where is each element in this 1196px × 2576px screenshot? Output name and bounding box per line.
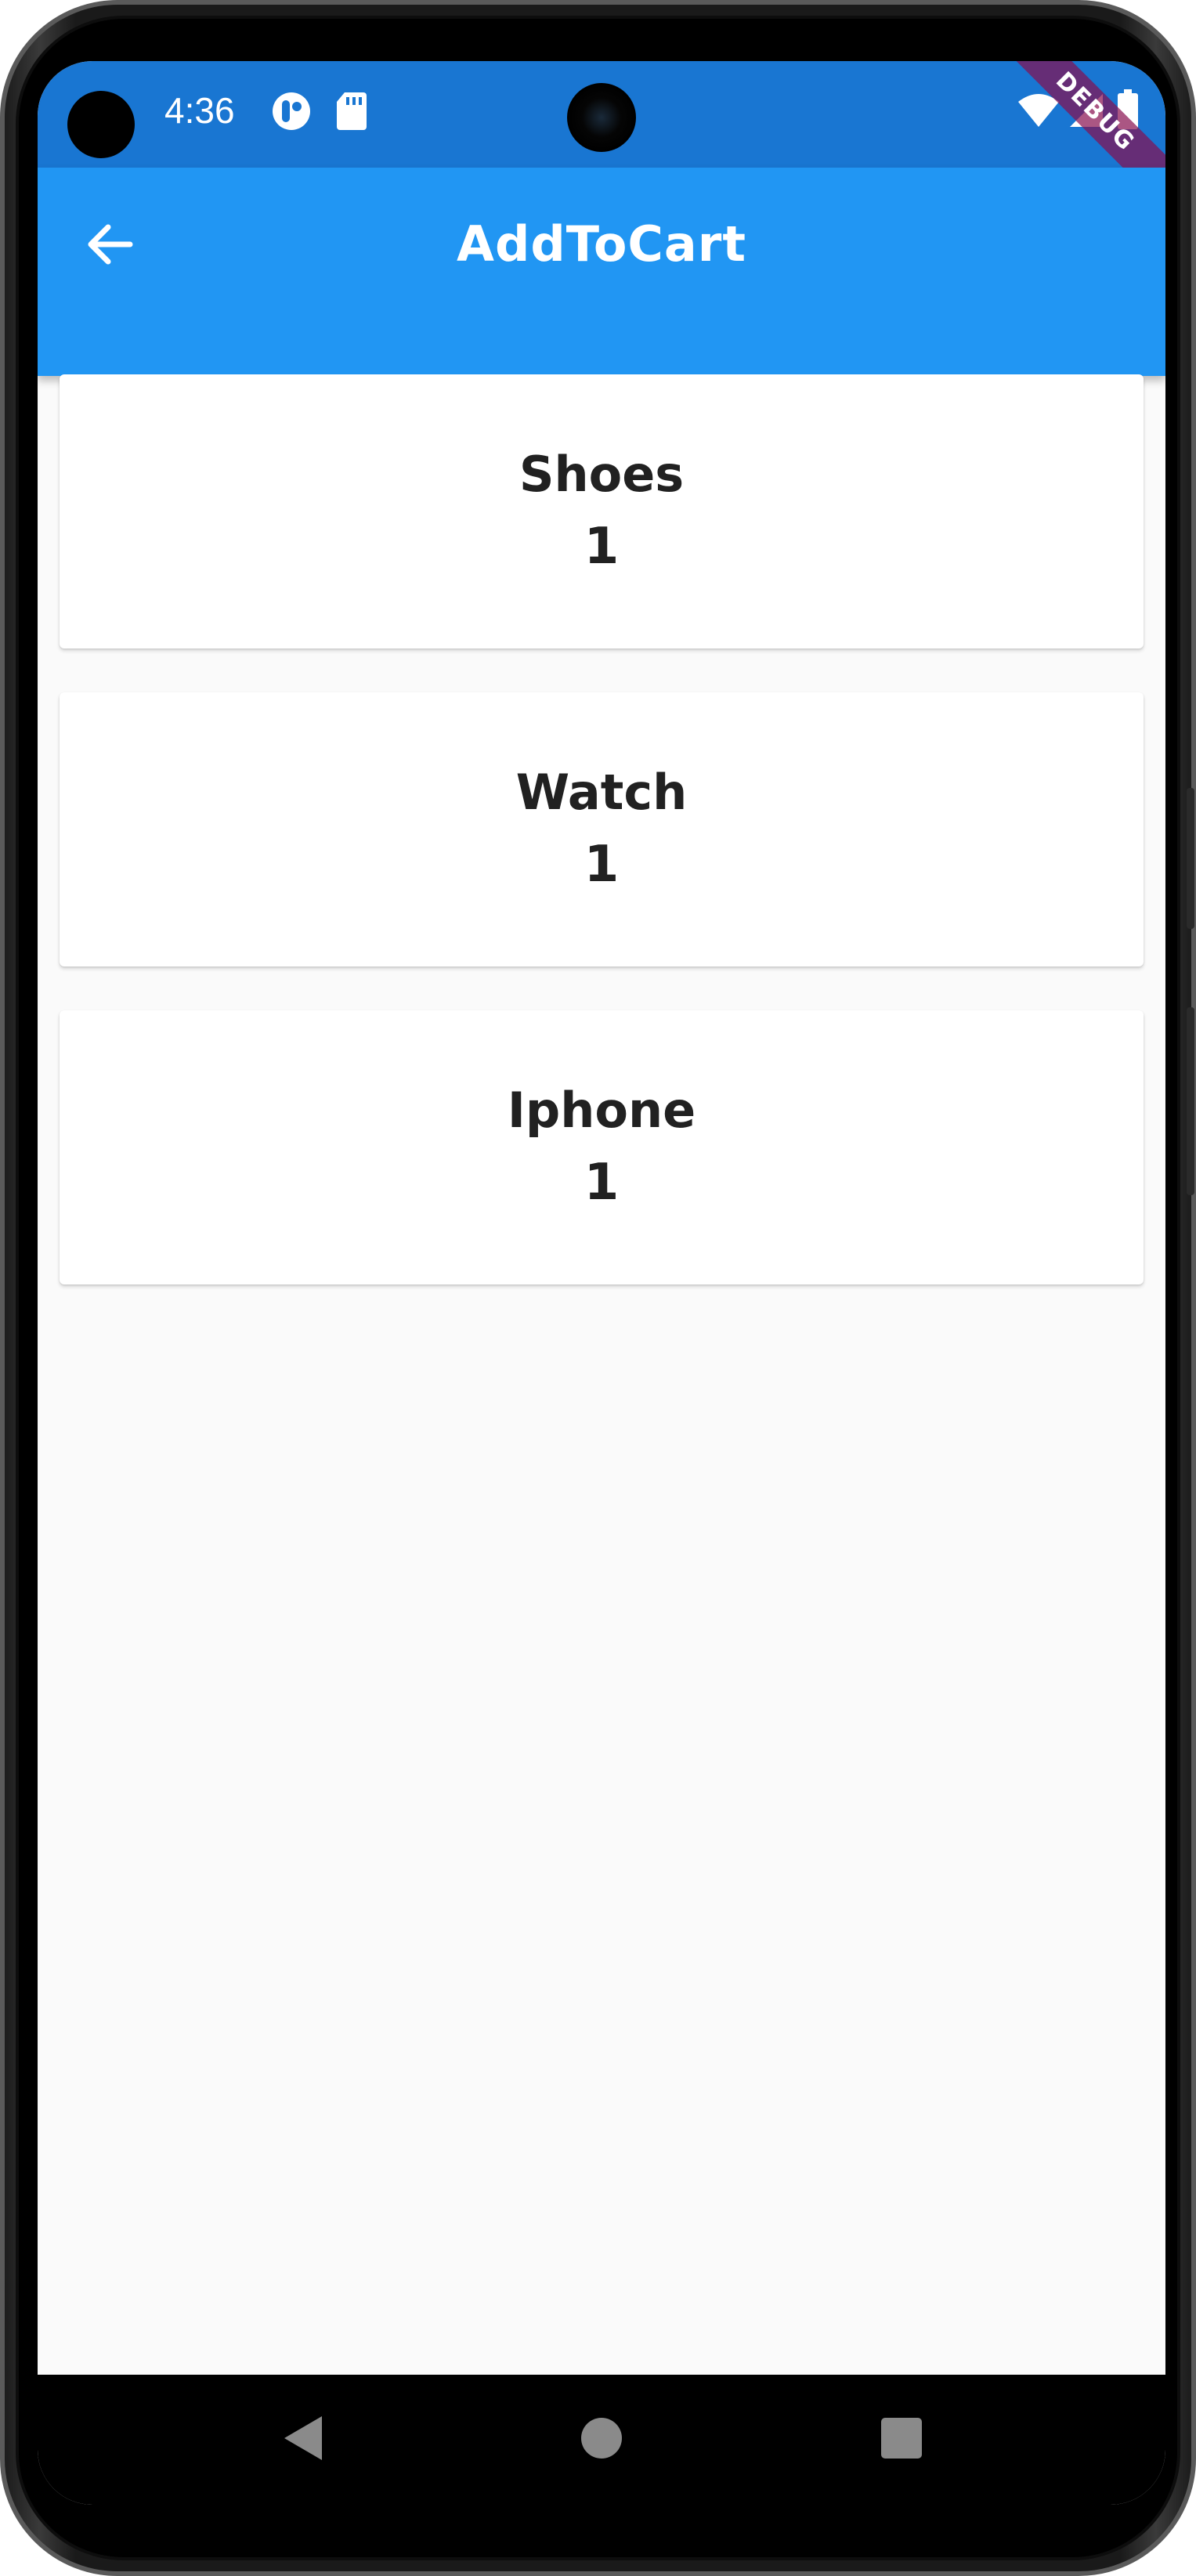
cart-item-quantity: 1: [584, 1154, 620, 1212]
cart-item-card[interactable]: Iphone 1: [60, 1010, 1144, 1284]
cart-item-card[interactable]: Shoes 1: [60, 374, 1144, 649]
power-button: [1187, 1007, 1194, 1195]
status-time: 4:36: [164, 90, 235, 131]
status-bar: 4:36 DEBUG: [38, 61, 1165, 226]
page-title: AddToCart: [457, 215, 746, 273]
volume-button: [1187, 788, 1194, 929]
cart-item-card[interactable]: Watch 1: [60, 692, 1144, 966]
cart-item-name: Iphone: [507, 1082, 696, 1139]
app-bar: AddToCart: [38, 168, 1165, 376]
recents-square-icon: [880, 2417, 923, 2462]
system-navigation-bar: [38, 2375, 1165, 2505]
cart-item-quantity: 1: [584, 518, 620, 576]
phone-frame: 4:36 DEBUG AddToCart Shoes 1 Watch 1 Iph…: [0, 0, 1196, 2576]
cart-item-name: Shoes: [519, 446, 685, 503]
nav-back-button[interactable]: [260, 2397, 346, 2483]
nav-recents-button[interactable]: [858, 2397, 945, 2483]
home-circle-icon: [580, 2417, 623, 2462]
circle-app-icon: [271, 91, 312, 135]
cart-item-name: Watch: [515, 764, 688, 821]
punch-hole: [67, 91, 135, 158]
cart-item-quantity: 1: [584, 836, 620, 894]
sd-card-icon: [335, 91, 368, 135]
front-camera: [567, 83, 636, 152]
back-triangle-icon: [281, 2415, 325, 2465]
nav-home-button[interactable]: [558, 2397, 645, 2483]
screen: 4:36 DEBUG AddToCart Shoes 1 Watch 1 Iph…: [38, 61, 1165, 2505]
